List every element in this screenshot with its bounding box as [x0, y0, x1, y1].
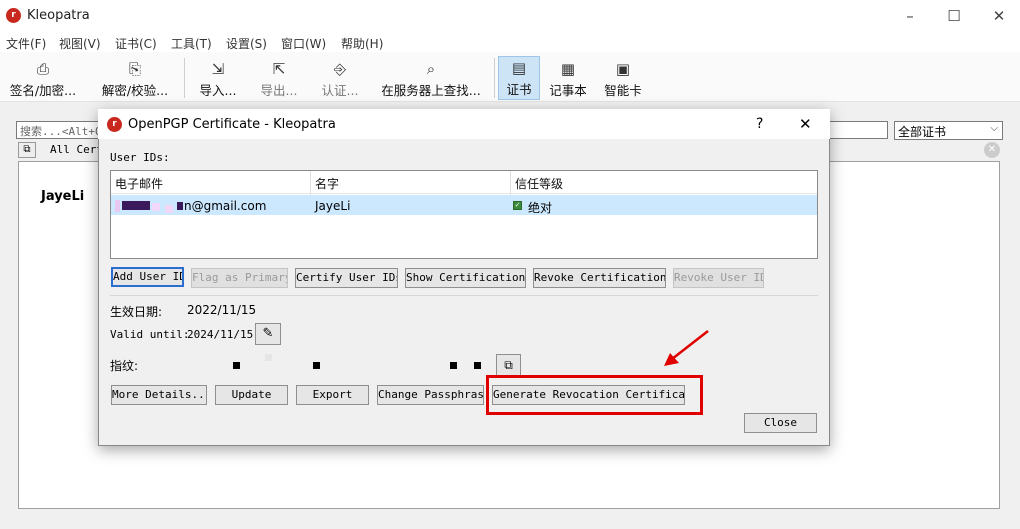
fingerprint-redaction [450, 362, 457, 369]
search-input-extension[interactable] [828, 121, 888, 139]
change-passphrase-button[interactable]: Change Passphrase [377, 385, 484, 405]
divider [110, 295, 818, 296]
valid-until-label: Valid until: [110, 328, 190, 341]
redaction-mark [152, 203, 160, 211]
close-tab-icon[interactable]: ✕ [984, 142, 1000, 158]
menu-certificates[interactable]: 证书(C) [115, 35, 157, 52]
redaction-mark [122, 201, 150, 210]
tab-all-certificates[interactable]: All Cert [50, 143, 103, 156]
decrypt-verify-icon: ⎘ [128, 60, 141, 78]
revoke-certifications-button[interactable]: Revoke Certifications [533, 268, 666, 288]
certify-icon: ⎆ [333, 60, 346, 78]
annotation-arrow-icon [664, 330, 709, 366]
menu-help[interactable]: 帮助(H) [341, 35, 383, 52]
decrypt-verify-button[interactable]: ⎘ 解密/校验... [96, 58, 174, 100]
decrypt-verify-label: 解密/校验... [101, 83, 169, 98]
column-header-trust[interactable]: 信任等级 [515, 175, 563, 192]
update-button[interactable]: Update [215, 385, 288, 405]
search-icon: ⌕ [426, 60, 436, 78]
maximize-icon[interactable]: ☐ [944, 6, 964, 26]
trust-check-icon: ✓ [513, 201, 522, 210]
notepad-icon: ▦ [560, 60, 576, 78]
redaction-mark [177, 202, 183, 210]
notepad-button[interactable]: ▦ 记事本 [546, 58, 590, 100]
created-value: 2022/11/15 [187, 303, 257, 317]
help-icon[interactable]: ? [756, 116, 763, 132]
kleopatra-logo-icon: r [6, 8, 21, 23]
lookup-server-button[interactable]: ⌕ 在服务器上查找... [376, 58, 486, 100]
kleopatra-logo-icon: r [107, 117, 122, 132]
export-dialog-button[interactable]: Export [296, 385, 369, 405]
window-title: Kleopatra [27, 8, 90, 23]
close-dialog-icon[interactable]: ✕ [799, 115, 812, 133]
valid-until-value: 2024/11/15 [187, 328, 254, 341]
user-ids-label: User IDs: [110, 151, 170, 164]
fingerprint-redaction [265, 354, 272, 361]
sign-encrypt-button[interactable]: ⎙ 签名/加密... [4, 58, 82, 100]
certificate-list-item-name[interactable]: JayeLi [41, 189, 84, 204]
certify-label: 认证... [321, 83, 359, 98]
minimize-icon[interactable]: – [900, 6, 920, 26]
smartcard-label: 智能卡 [604, 83, 642, 98]
certificate-filter-select[interactable]: 全部证书 ⌵ [894, 121, 1003, 140]
add-user-id-button[interactable]: Add User ID [111, 267, 184, 287]
fingerprint-label: 指纹: [110, 359, 139, 373]
import-button[interactable]: ⇲ 导入... [193, 58, 243, 100]
title-bar [0, 0, 1020, 32]
flag-as-primary-button[interactable]: Flag as Primary [191, 268, 288, 288]
redaction-mark [115, 200, 120, 212]
certify-user-ids-button[interactable]: Certify User IDs [295, 268, 398, 288]
new-tab-icon[interactable]: ⧉ [18, 142, 36, 158]
row-name: JayeLi [315, 199, 351, 213]
certificates-label: 证书 [506, 82, 532, 97]
more-details-button[interactable]: More Details... [111, 385, 207, 405]
search-input[interactable]: 搜索...<Alt+Q> [16, 121, 106, 139]
notepad-label: 记事本 [549, 83, 587, 98]
import-icon: ⇲ [211, 60, 225, 78]
close-button[interactable]: Close [744, 413, 817, 433]
certify-button[interactable]: ⎆ 认证... [315, 58, 365, 100]
menu-tools[interactable]: 工具(T) [171, 35, 212, 52]
smartcard-button[interactable]: ▣ 智能卡 [601, 58, 645, 100]
edit-expiry-button[interactable]: ✎ [255, 323, 281, 345]
table-header [111, 171, 817, 194]
toolbar-separator [184, 58, 185, 98]
export-icon: ⇱ [272, 60, 286, 78]
import-label: 导入... [199, 83, 237, 98]
show-certifications-button[interactable]: Show Certifications [405, 268, 526, 288]
close-window-icon[interactable]: ✕ [989, 6, 1009, 26]
revoke-user-id-button[interactable]: Revoke User ID [673, 268, 764, 288]
column-header-email[interactable]: 电子邮件 [115, 175, 163, 192]
menu-view[interactable]: 视图(V) [59, 35, 101, 52]
dialog-title: OpenPGP Certificate - Kleopatra [128, 117, 336, 132]
certificate-filter-value: 全部证书 [898, 125, 947, 139]
column-header-name[interactable]: 名字 [315, 175, 339, 192]
menu-window[interactable]: 窗口(W) [281, 35, 326, 52]
smartcard-icon: ▣ [615, 60, 631, 78]
lookup-server-label: 在服务器上查找... [381, 83, 481, 98]
menu-settings[interactable]: 设置(S) [226, 35, 267, 52]
menu-file[interactable]: 文件(F) [6, 35, 46, 52]
pencil-icon: ✎ [262, 326, 274, 341]
row-trust: 绝对 [528, 201, 553, 215]
sign-encrypt-icon: ⎙ [36, 60, 49, 78]
certificates-icon: ▤ [511, 59, 527, 77]
created-label: 生效日期: [110, 305, 163, 319]
fingerprint-redaction [474, 362, 481, 369]
chevron-down-icon: ⌵ [990, 123, 998, 134]
export-button[interactable]: ⇱ 导出... [254, 58, 304, 100]
export-label: 导出... [260, 83, 298, 98]
copy-fingerprint-button[interactable]: ⧉ [496, 354, 521, 376]
row-email: n@gmail.com [184, 199, 267, 213]
sign-encrypt-label: 签名/加密... [9, 83, 77, 98]
redaction-mark [165, 205, 173, 213]
fingerprint-redaction [233, 362, 240, 369]
annotation-highlight-box [486, 375, 703, 415]
fingerprint-redaction [313, 362, 320, 369]
toolbar-separator [494, 58, 495, 98]
copy-icon: ⧉ [504, 358, 513, 372]
certificates-button[interactable]: ▤ 证书 [498, 56, 540, 100]
